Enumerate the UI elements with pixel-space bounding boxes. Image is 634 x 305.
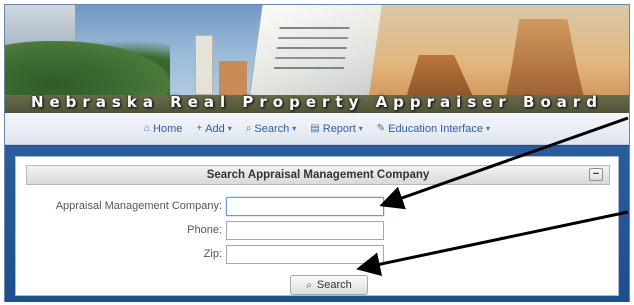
page-frame: Nebraska Real Property Appraiser Board ⌂… (4, 4, 630, 302)
report-icon: ▤ (310, 123, 320, 134)
nav-add[interactable]: + Add ▾ (196, 123, 231, 135)
chevron-down-icon: ▾ (227, 124, 232, 133)
form-row-zip: Zip: (16, 245, 620, 265)
pencil-icon: ✎ (376, 123, 386, 134)
nav-search[interactable]: ⌕ Search ▾ (246, 123, 296, 135)
nav-search-label: Search (254, 122, 290, 135)
home-icon: ⌂ (143, 123, 151, 134)
chevron-down-icon: ▾ (485, 124, 490, 133)
main-navigation: ⌂ Home + Add ▾ ⌕ Search ▾ ▤ Report ▾ ✎ E… (5, 113, 629, 145)
banner-document-image (248, 5, 382, 101)
banner-title: Nebraska Real Property Appraiser Board (30, 93, 604, 111)
search-icon: ⌕ (245, 123, 252, 134)
search-icon: ⌕ (306, 279, 312, 291)
phone-field-label: Phone: (187, 224, 222, 236)
nav-education-interface[interactable]: ✎ Education Interface ▾ (377, 123, 490, 135)
nav-home-label: Home (153, 122, 183, 135)
panel-header: Search Appraisal Management Company − (26, 165, 610, 185)
search-panel: Search Appraisal Management Company − Ap… (15, 156, 619, 296)
chevron-down-icon: ▾ (292, 124, 297, 133)
plus-icon: + (196, 123, 203, 134)
banner-capitol-tower (195, 35, 213, 95)
collapse-button[interactable]: − (589, 168, 603, 181)
nav-report[interactable]: ▤ Report ▾ (310, 123, 363, 135)
nav-report-label: Report (322, 122, 356, 135)
panel-title: Search Appraisal Management Company (206, 169, 430, 181)
banner-building (219, 61, 247, 95)
header-banner: Nebraska Real Property Appraiser Board (5, 5, 629, 113)
zip-field-label: Zip: (203, 248, 222, 260)
chevron-down-icon: ▾ (358, 124, 363, 133)
company-field-label: Appraisal Management Company: (55, 200, 222, 212)
zip-input[interactable] (226, 245, 384, 264)
phone-input[interactable] (226, 221, 384, 240)
form-row-company: Appraisal Management Company: (16, 197, 620, 217)
nav-add-label: Add (205, 122, 225, 135)
company-name-input[interactable] (226, 197, 384, 216)
search-button[interactable]: ⌕ Search (290, 275, 368, 295)
form-row-phone: Phone: (16, 221, 620, 241)
search-button-label: Search (316, 279, 352, 291)
nav-home[interactable]: ⌂ Home (144, 123, 182, 135)
nav-education-label: Education Interface (388, 122, 483, 135)
content-area: Search Appraisal Management Company − Ap… (5, 146, 629, 302)
